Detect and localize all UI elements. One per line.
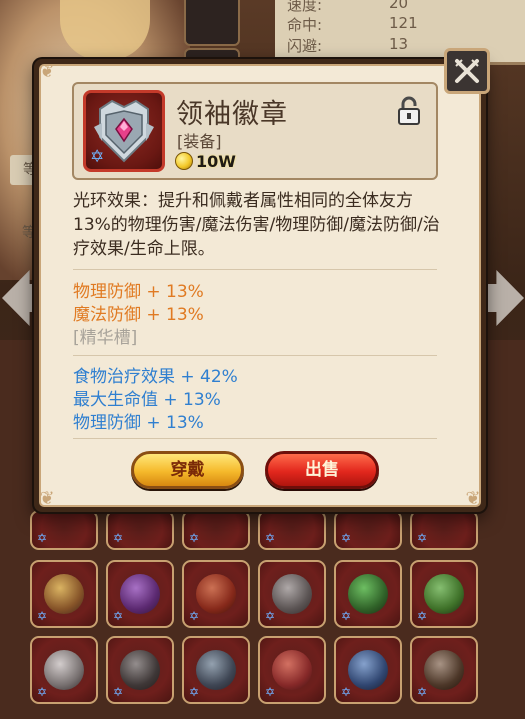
lock-open-icon[interactable]: [396, 96, 422, 126]
base-stat: 物理防御 + 13%: [73, 282, 204, 302]
stat-row: 速度: 20: [287, 0, 409, 14]
book-icon: [272, 650, 312, 690]
close-button[interactable]: [444, 48, 490, 94]
divider: [73, 438, 437, 439]
tier-star-icon: ✡: [90, 147, 105, 167]
corner-ornament-icon: ❦: [465, 488, 481, 509]
essence-slot: [精华槽]: [73, 328, 138, 348]
inventory-slot[interactable]: ✡: [106, 510, 174, 550]
amulet-icon: [348, 574, 388, 614]
corner-ornament-icon: ❦: [39, 488, 55, 509]
equip-button[interactable]: 穿戴: [131, 451, 244, 489]
inventory-slot[interactable]: ✡: [334, 510, 402, 550]
inventory-slot[interactable]: ✡: [182, 636, 250, 704]
item-type: [装备]: [177, 132, 222, 151]
tier-star-icon: ✡: [417, 685, 428, 699]
tier-star-icon: ✡: [265, 685, 276, 699]
divider: [73, 269, 437, 270]
boots-icon: [196, 574, 236, 614]
item-name: 领袖徽章: [176, 99, 288, 130]
inventory-slot[interactable]: ✡: [30, 560, 98, 628]
gauntlet-icon: [44, 574, 84, 614]
tier-star-icon: ✡: [113, 685, 124, 699]
armor-glove-icon: [120, 650, 160, 690]
bow-icon: [424, 574, 464, 614]
item-description: 光环效果：提升和佩戴者属性相同的全体友方13%的物理伤害/魔法伤害/物理防御/魔…: [73, 191, 440, 259]
tier-star-icon: ✡: [341, 531, 352, 545]
corner-ornament-icon: ❦: [39, 61, 55, 82]
inventory-slot[interactable]: ✡: [410, 560, 478, 628]
item-price: 10W: [196, 152, 236, 171]
inventory-slot[interactable]: ✡: [410, 510, 478, 550]
inventory-slot[interactable]: ✡: [258, 560, 326, 628]
bonus-stat: 最大生命值 + 13%: [73, 390, 221, 410]
tier-star-icon: ✡: [113, 609, 124, 623]
bonus-stat: 物理防御 + 13%: [73, 413, 204, 433]
tier-star-icon: ✡: [341, 609, 352, 623]
vest-icon: [424, 650, 464, 690]
tier-star-icon: ✡: [37, 531, 48, 545]
tier-star-icon: ✡: [113, 531, 124, 545]
inventory-slot[interactable]: ✡: [30, 636, 98, 704]
tier-star-icon: ✡: [265, 609, 276, 623]
inventory-slot[interactable]: ✡: [106, 636, 174, 704]
shield-icon: [44, 650, 84, 690]
inventory-slot[interactable]: ✡: [334, 560, 402, 628]
stat-row: 命中: 121: [287, 14, 418, 34]
inventory-slot[interactable]: ✡: [410, 636, 478, 704]
tier-star-icon: ✡: [341, 685, 352, 699]
inventory-slot[interactable]: ✡: [334, 636, 402, 704]
base-stat: 魔法防御 + 13%: [73, 305, 204, 325]
bonus-stat: 食物治疗效果 + 42%: [73, 367, 238, 387]
gold-coin-icon: [175, 152, 193, 170]
staff-icon: [348, 650, 388, 690]
equip-slot[interactable]: [184, 0, 240, 46]
inventory-slot[interactable]: ✡: [258, 636, 326, 704]
tier-star-icon: ✡: [265, 531, 276, 545]
inventory-slot[interactable]: ✡: [106, 560, 174, 628]
item-icon-frame: ✡: [83, 90, 165, 172]
inventory-slot[interactable]: ✡: [30, 510, 98, 550]
shuriken-icon: [196, 650, 236, 690]
divider: [73, 355, 437, 356]
tier-star-icon: ✡: [37, 609, 48, 623]
inventory-slot[interactable]: ✡: [182, 560, 250, 628]
tier-star-icon: ✡: [37, 685, 48, 699]
ring-icon: [272, 574, 312, 614]
close-swords-icon: [455, 59, 479, 83]
wizard-hat-icon: [120, 574, 160, 614]
tier-star-icon: ✡: [417, 609, 428, 623]
inventory-slot[interactable]: ✡: [182, 510, 250, 550]
inventory-slot[interactable]: ✡: [258, 510, 326, 550]
tier-star-icon: ✡: [189, 685, 200, 699]
tier-star-icon: ✡: [189, 609, 200, 623]
tier-star-icon: ✡: [189, 531, 200, 545]
sell-button[interactable]: 出售: [265, 451, 379, 489]
stat-row: 闪避: 13: [287, 35, 409, 55]
tier-star-icon: ✡: [417, 531, 428, 545]
